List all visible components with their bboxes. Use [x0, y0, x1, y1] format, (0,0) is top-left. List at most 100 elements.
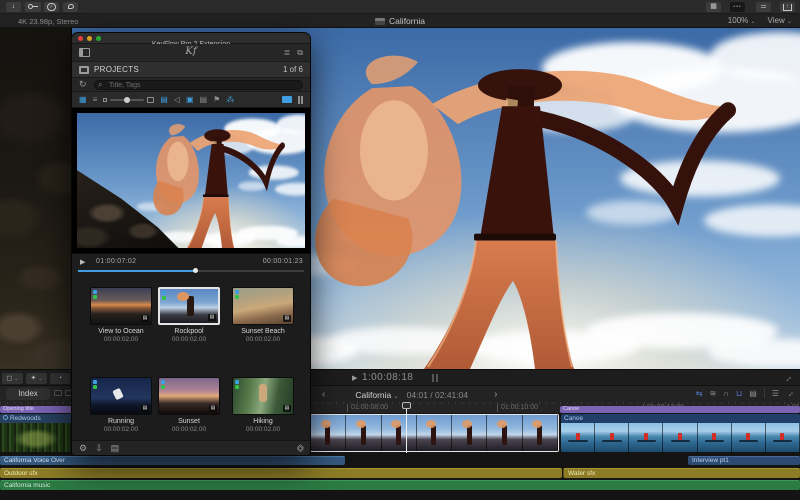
- playhead-handle[interactable]: [402, 402, 411, 409]
- audio-clip-water-sfx[interactable]: Water sfx: [563, 468, 800, 478]
- preview-panel-icon[interactable]: [282, 96, 292, 103]
- send-to-fcp-icon[interactable]: ⧉: [294, 442, 306, 454]
- audio-filter-icon[interactable]: ◁: [174, 95, 180, 105]
- import-icon: ↓: [11, 3, 16, 10]
- clip-card[interactable]: ▤ Sunset Beach 00:00:02.00: [232, 287, 294, 343]
- clip-card[interactable]: ▤ Sunset 00:00:02.00: [158, 377, 220, 433]
- clip-card[interactable]: ▤ Running 00:00:02.00: [90, 377, 152, 433]
- trim-tool-icon[interactable]: ⇆: [696, 389, 703, 398]
- audio-clip-music[interactable]: California music: [0, 480, 800, 490]
- retime-dropdown[interactable]: ◔: [50, 373, 70, 384]
- browser-filmstrip-rocks[interactable]: [0, 28, 72, 369]
- title-clip-canoe[interactable]: Canoe: [560, 406, 800, 413]
- enhancements-dropdown[interactable]: ✦ ⌄: [26, 373, 47, 384]
- minimize-button[interactable]: [87, 36, 92, 41]
- import-media-button[interactable]: ↓: [6, 2, 21, 12]
- role-badges: [93, 290, 97, 299]
- list-view-icon[interactable]: ≣: [284, 48, 291, 57]
- app-toolbar: ↓ ✓ ▦ ••• ⚌ ↑: [0, 0, 800, 14]
- image-filter-icon[interactable]: ▣: [186, 95, 194, 105]
- video-filter-icon[interactable]: ▤: [160, 95, 168, 105]
- list-view-icon[interactable]: ≡: [93, 95, 98, 105]
- video-clip-redwoods[interactable]: Redwoods: [0, 414, 72, 452]
- redwoods-filmstrip: [0, 423, 72, 452]
- report-icon[interactable]: ▤: [111, 443, 120, 454]
- keyflow-titlebar[interactable]: KeyFlow Pro 2 Extension: [72, 33, 310, 48]
- clip-thumbnail[interactable]: ▤: [232, 287, 294, 325]
- audio-clip-outdoor-sfx[interactable]: Outdoor sfx: [0, 468, 562, 478]
- viewer-header-bar: 4K 23.98p, Stereo California 100% ⌄ View…: [0, 14, 800, 28]
- role-badges: [235, 290, 239, 299]
- zoom-button[interactable]: [96, 36, 101, 41]
- projects-icon: [79, 66, 89, 74]
- clip-thumbnail[interactable]: ▤: [158, 287, 220, 325]
- audio-meters-icon[interactable]: [432, 374, 438, 382]
- filmstrip-view-button[interactable]: •••: [730, 2, 745, 12]
- clip-thumbnail[interactable]: ▤: [158, 377, 220, 415]
- range-tool-button[interactable]: [63, 2, 78, 12]
- clip-card-selected[interactable]: ▤ Rockpool 00:00:02.00: [158, 287, 220, 343]
- film-icon: ▤: [141, 315, 149, 322]
- keyflow-preview[interactable]: [72, 108, 310, 253]
- thumb-size-slider[interactable]: [103, 96, 155, 103]
- library-title: California: [375, 16, 425, 26]
- clip-appearance-icon[interactable]: ☰: [772, 389, 779, 398]
- refresh-icon[interactable]: ↻: [79, 79, 87, 90]
- clip-card[interactable]: ▤ Hiking 00:00:02.00: [232, 377, 294, 433]
- timeline-zoom-icon[interactable]: ↔: [784, 387, 796, 399]
- grid-view-icon[interactable]: ▦: [79, 95, 87, 105]
- browser-view-button[interactable]: ▦: [706, 2, 721, 12]
- skimming-icon[interactable]: ≋: [710, 389, 717, 398]
- tools-dropdown[interactable]: ◻ ⌄: [2, 373, 23, 384]
- hierarchy-icon[interactable]: ⁂: [226, 95, 234, 105]
- small-size-icon: [103, 97, 108, 102]
- share-icon: ↑: [783, 4, 792, 11]
- snapping-icon[interactable]: ⊔: [736, 389, 742, 398]
- audio-clip-voice-over[interactable]: California Voice Over: [0, 456, 345, 465]
- viewer-zoom-dropdown[interactable]: 100% ⌄: [728, 16, 756, 25]
- scrub-fill: [78, 270, 196, 272]
- viewer-view-dropdown[interactable]: View ⌄: [768, 16, 792, 25]
- sidebar-toggle-icon[interactable]: [79, 48, 90, 57]
- audio-skimming-icon[interactable]: ∩: [723, 389, 729, 398]
- settings-gear-icon[interactable]: ⚙: [79, 443, 87, 454]
- inspector-button[interactable]: ⚌: [756, 2, 771, 12]
- audio-clip-interview[interactable]: Interview pt1: [688, 456, 800, 465]
- tag-filter-icon[interactable]: ⚑: [213, 95, 220, 105]
- playhead[interactable]: [406, 402, 407, 453]
- ruler-tick: 01:00:10:00: [497, 404, 538, 412]
- keyflow-window: KeyFlow Pro 2 Extension Kf ≣ ⧉ PROJECTS …: [72, 33, 310, 455]
- index-button[interactable]: Index: [6, 388, 50, 400]
- search-input[interactable]: [94, 80, 303, 90]
- close-button[interactable]: [78, 36, 83, 41]
- clip-thumbnail[interactable]: ▤: [90, 377, 152, 415]
- video-clip-selected-scarf[interactable]: [310, 414, 559, 452]
- slider-thumb[interactable]: [124, 96, 131, 103]
- clip-thumbnail[interactable]: ▤: [232, 377, 294, 415]
- video-clip-canoe[interactable]: Canoe: [561, 414, 800, 452]
- clip-card[interactable]: ▤ View to Ocean 00:00:02.00: [90, 287, 152, 343]
- play-button[interactable]: ▶: [80, 258, 85, 266]
- columns-icon[interactable]: [298, 95, 303, 104]
- key-shaft: [33, 6, 38, 7]
- search-row: ↻ ⌕: [72, 78, 310, 92]
- timeline-project-dropdown[interactable]: California ⌄: [355, 390, 398, 400]
- timeline-index-icon[interactable]: ▤: [749, 389, 757, 398]
- av-output-icons[interactable]: [54, 390, 73, 396]
- share-button[interactable]: ↑: [780, 2, 795, 12]
- document-filter-icon[interactable]: ▤: [200, 95, 208, 105]
- background-tasks-button[interactable]: ✓: [44, 2, 59, 12]
- timeline-back-button[interactable]: ‹: [318, 389, 329, 400]
- monitor-icon: [54, 390, 62, 396]
- viewer-play-button[interactable]: ▶: [352, 374, 357, 382]
- clip-thumbnail[interactable]: ▤: [90, 287, 152, 325]
- timeline-forward-button[interactable]: ›: [490, 389, 501, 400]
- fullscreen-icon[interactable]: ↔: [781, 371, 794, 384]
- chevron-down-icon: ⌄: [786, 19, 792, 25]
- keyword-editor-button[interactable]: [25, 2, 41, 12]
- title-clip-opening[interactable]: Opening title: [0, 406, 72, 413]
- import-to-timeline-icon[interactable]: ⇩: [95, 443, 103, 454]
- clapper-icon: [375, 17, 386, 25]
- detach-window-icon[interactable]: ⧉: [297, 48, 303, 57]
- clip-name: Sunset Beach: [241, 328, 285, 335]
